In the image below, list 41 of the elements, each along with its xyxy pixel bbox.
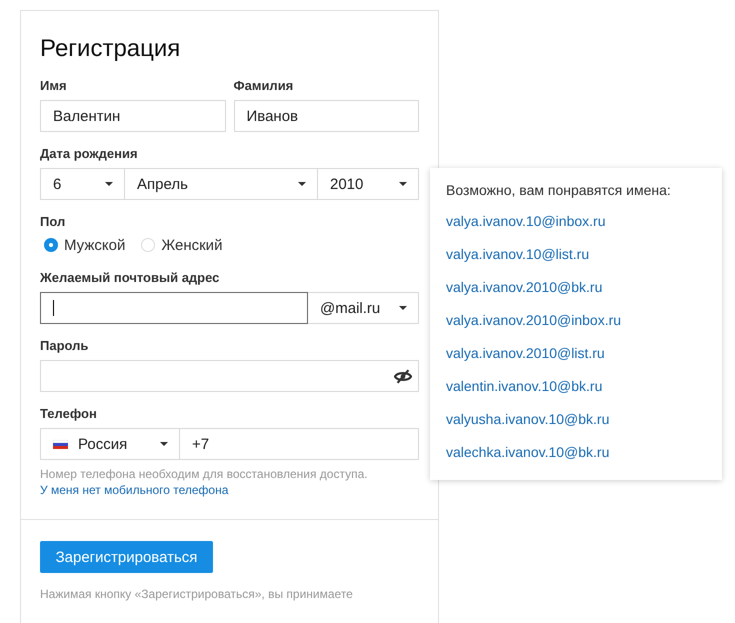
no-phone-link[interactable]: У меня нет мобильного телефона <box>40 482 419 499</box>
flag-icon <box>53 440 68 448</box>
caret-icon <box>298 182 306 186</box>
email-suggestion-link[interactable]: valya.ivanov.10@list.ru <box>446 244 590 264</box>
radio-label[interactable]: Мужской <box>64 236 126 254</box>
radio-button[interactable] <box>44 238 58 252</box>
caret-icon <box>105 182 113 186</box>
caret-icon <box>160 442 168 446</box>
first-name-field[interactable]: Валентин <box>40 100 226 132</box>
phone-hint: Номер телефона необходим для восстановления доступа. <box>40 466 369 482</box>
field-label: Желаемый почтовый адрес <box>40 270 220 286</box>
email-suggestion-link[interactable]: valya.ivanov.10@inbox.ru <box>446 211 606 231</box>
password-field[interactable] <box>40 360 419 392</box>
email-suggestion-link[interactable]: valya.ivanov.2010@list.ru <box>446 343 605 363</box>
field-label: Пол <box>40 214 66 230</box>
field-label: Пароль <box>40 338 90 354</box>
country-dropdown[interactable]: Россия <box>40 428 180 460</box>
field-label: Телефон <box>40 406 98 422</box>
form-title: Регистрация <box>40 35 182 63</box>
field-label: Имя <box>40 78 68 94</box>
email-suggestion-link[interactable]: valentin.ivanov.10@bk.ru <box>446 376 602 396</box>
register-button[interactable]: Зарегистрироваться <box>40 541 213 573</box>
domain-dropdown[interactable]: @mail.ru <box>308 292 419 324</box>
month-dropdown[interactable]: Апрель <box>125 169 318 199</box>
caret-icon <box>399 306 407 310</box>
suggestions-title: Возможно, вам понравятся имена: <box>446 181 672 200</box>
email-suggestion-link[interactable]: valya.ivanov.2010@inbox.ru <box>446 310 622 330</box>
field-label: Фамилия <box>234 78 294 94</box>
radio-label[interactable]: Женский <box>161 236 222 254</box>
phone-field[interactable]: +7 <box>180 428 419 460</box>
email-field[interactable] <box>40 292 308 324</box>
caret-icon <box>399 182 407 186</box>
eye-slash-icon[interactable] <box>394 368 412 384</box>
email-suggestion-link[interactable]: valya.ivanov.2010@bk.ru <box>446 277 602 297</box>
year-dropdown[interactable]: 2010 <box>318 169 418 199</box>
last-name-field[interactable]: Иванов <box>234 100 419 132</box>
email-suggestion-link[interactable]: valechka.ivanov.10@bk.ru <box>446 442 610 462</box>
terms-text: Нажимая кнопку «Зарегистрироваться», вы принимаете <box>40 587 354 601</box>
field-label: Дата рождения <box>40 146 139 162</box>
day-dropdown[interactable]: 6 <box>41 169 125 199</box>
email-suggestion-link[interactable]: valyusha.ivanov.10@bk.ru <box>446 409 610 429</box>
